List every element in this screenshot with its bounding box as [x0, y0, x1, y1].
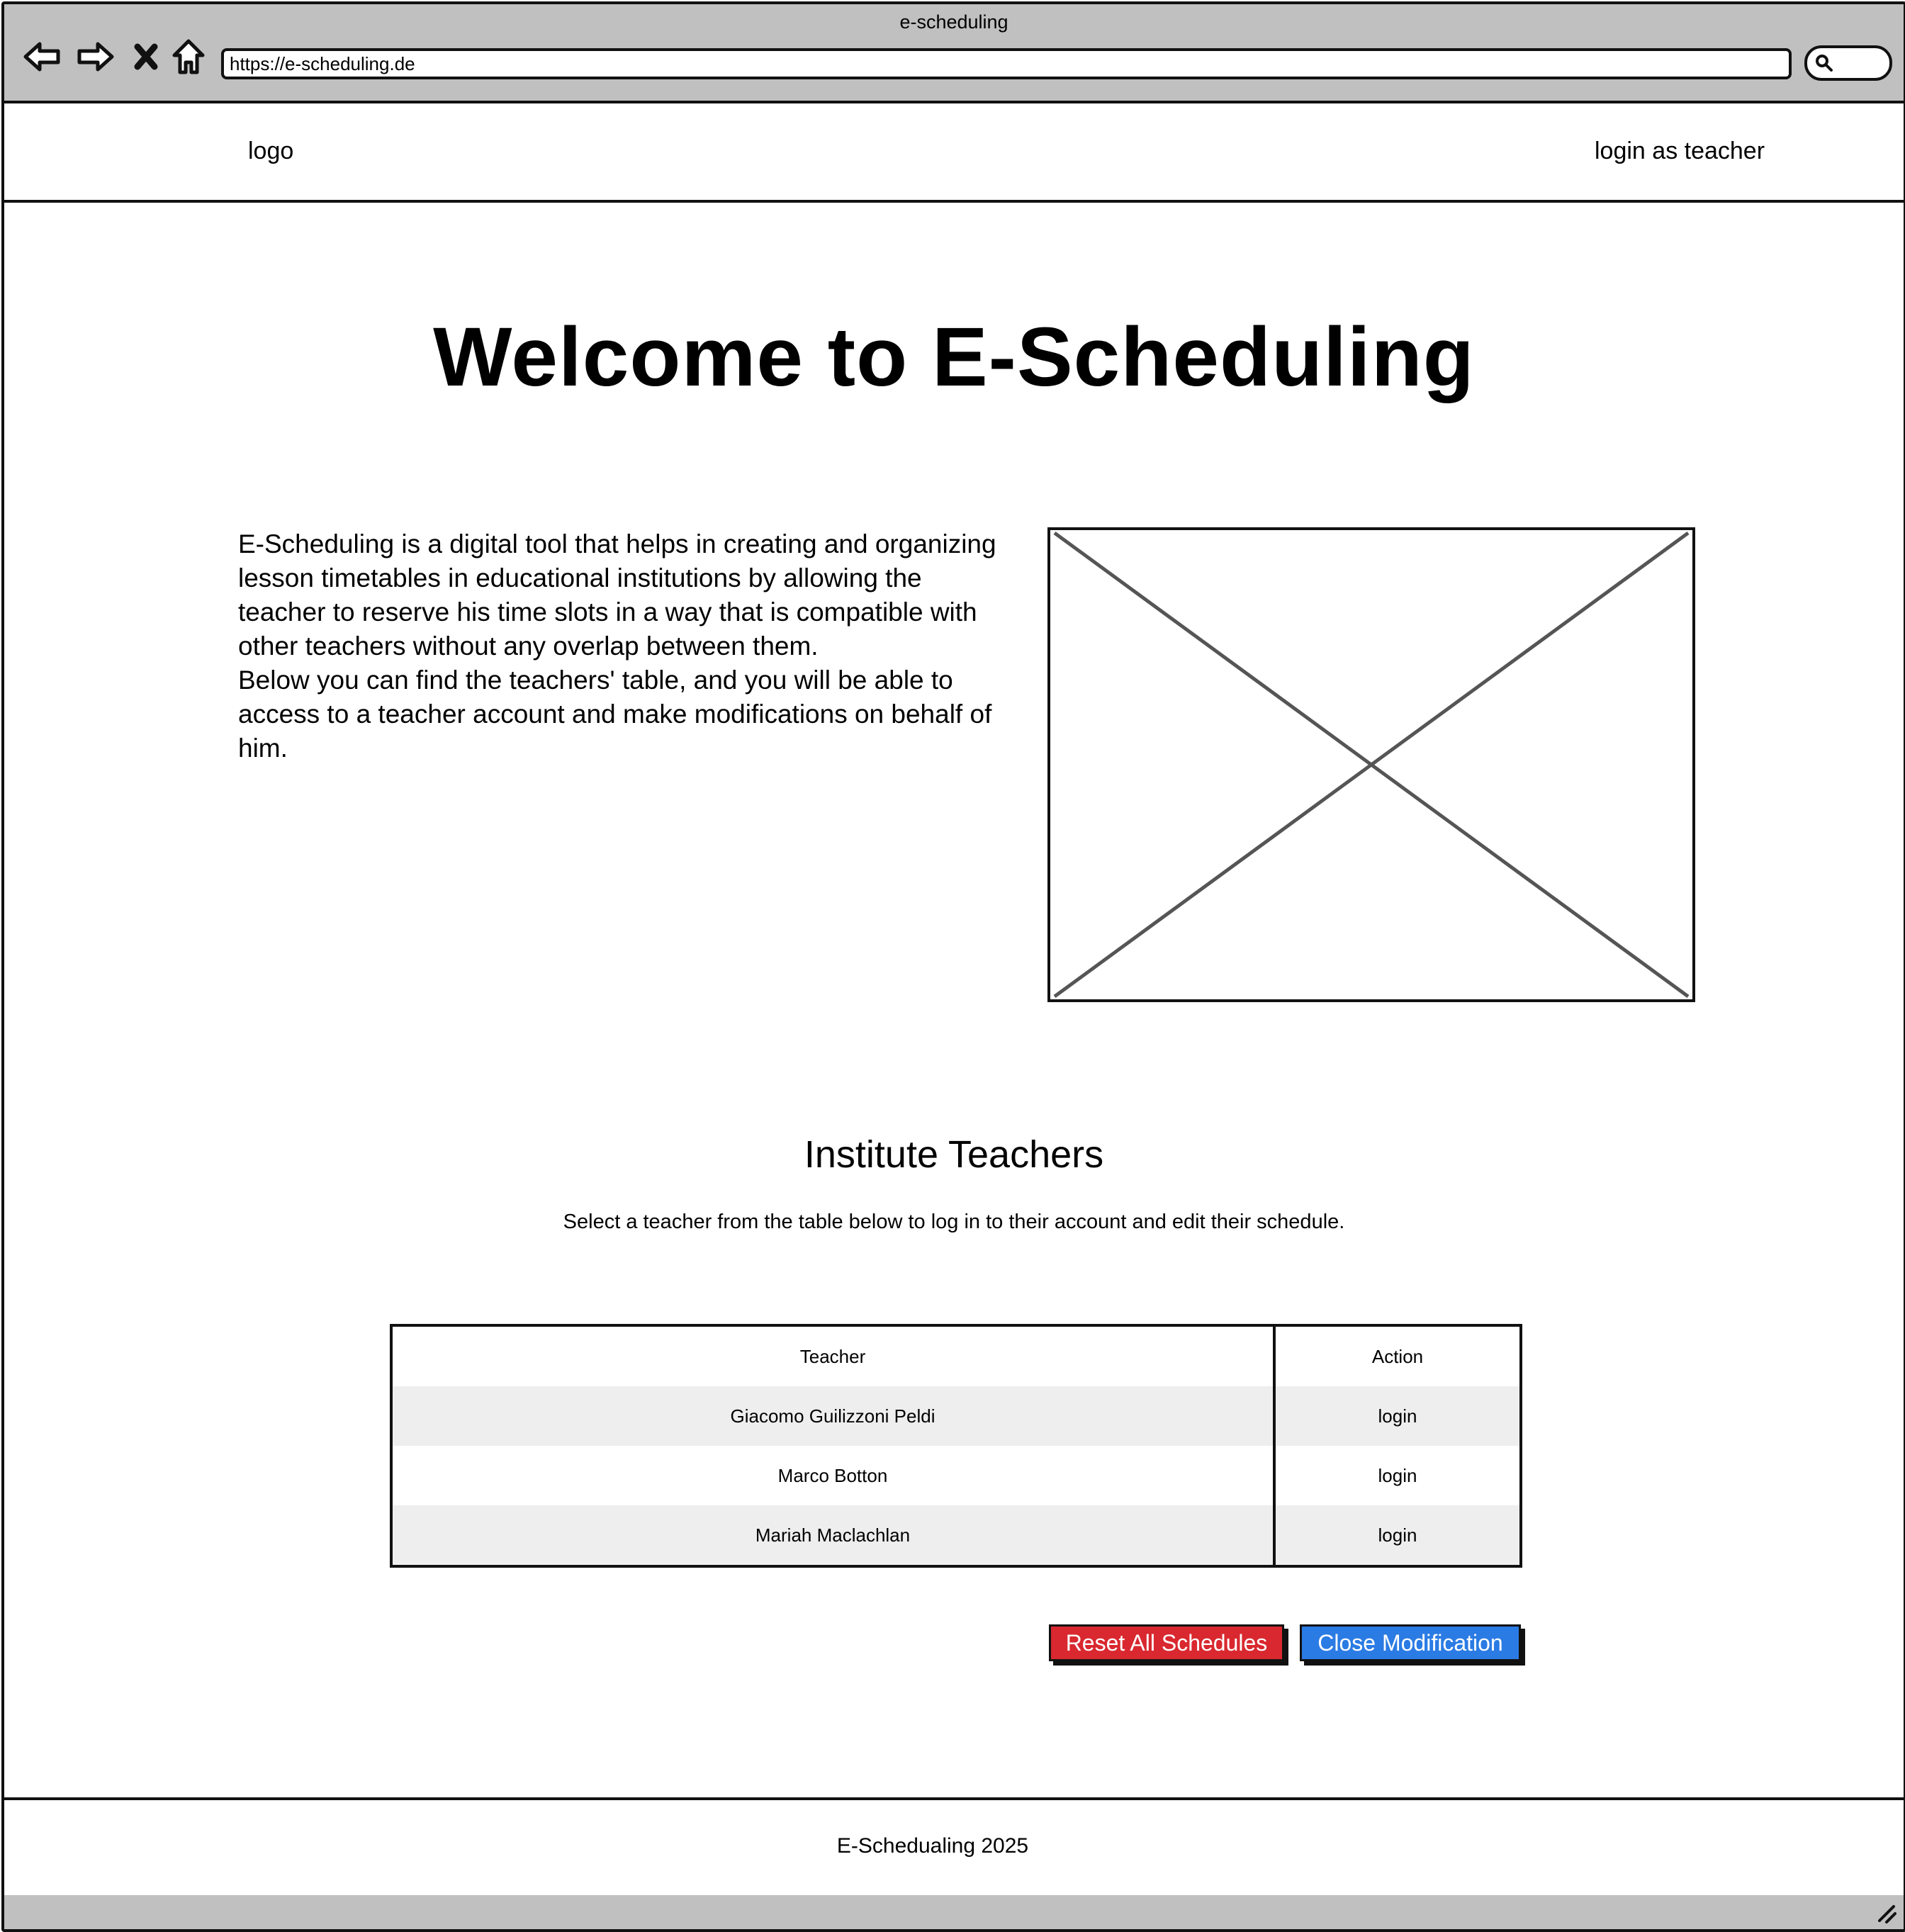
table-row: Giacomo Guilizzoni Peldi login [391, 1386, 1521, 1446]
column-header-action: Action [1371, 1345, 1424, 1367]
window-title: e-scheduling [899, 11, 1008, 33]
teachers-table: Teacher Action Giacomo Guilizzoni Peldi … [390, 1324, 1522, 1568]
login-link[interactable]: login [1274, 1505, 1521, 1566]
site-footer: E-Schedualing 2025 [4, 1797, 1904, 1898]
intro-text: E-Scheduling is a digital tool that help… [238, 527, 996, 765]
section-title: Institute Teachers [804, 1133, 1104, 1176]
browser-chrome: e-scheduling https://e-scheduling.de [4, 4, 1904, 103]
page-title: Welcome to E-Scheduling [433, 310, 1475, 404]
stop-icon[interactable] [123, 34, 169, 79]
logo[interactable]: logo [248, 137, 293, 165]
login-as-teacher-link[interactable]: login as teacher [1595, 137, 1765, 165]
table-row: Mariah Maclachlan login [391, 1505, 1521, 1566]
forward-arrow-icon[interactable] [72, 34, 118, 79]
search-icon [1816, 55, 1833, 72]
teacher-name: Mariah Maclachlan [391, 1505, 1276, 1566]
table-header-row: Teacher Action [391, 1325, 1521, 1386]
reset-all-schedules-button[interactable]: Reset All Schedules [1049, 1624, 1284, 1661]
resize-grip-icon[interactable] [1875, 1902, 1898, 1925]
back-arrow-icon[interactable] [20, 34, 65, 79]
table-row: Marco Botton login [391, 1446, 1521, 1505]
site-header: logo login as teacher [4, 101, 1904, 203]
status-bar [4, 1895, 1904, 1929]
footer-text: E-Schedualing 2025 [836, 1834, 1029, 1858]
login-link[interactable]: login [1274, 1446, 1521, 1505]
browser-window: e-scheduling https://e-scheduling.de log… [1, 1, 1905, 1932]
section-subtitle: Select a teacher from the table below to… [563, 1211, 1345, 1233]
teacher-name: Marco Botton [391, 1446, 1276, 1505]
browser-search-field[interactable] [1804, 45, 1892, 81]
teacher-name: Giacomo Guilizzoni Peldi [391, 1386, 1276, 1446]
address-bar[interactable]: https://e-scheduling.de [221, 48, 1792, 79]
login-link[interactable]: login [1274, 1386, 1521, 1446]
image-placeholder-icon [1047, 527, 1695, 1002]
intro-paragraph: Below you can find the teachers' table, … [238, 665, 992, 763]
home-icon[interactable] [166, 34, 211, 79]
column-header-teacher: Teacher [391, 1325, 1276, 1386]
intro-paragraph: E-Scheduling is a digital tool that help… [238, 529, 996, 661]
close-modification-button[interactable]: Close Modification [1300, 1624, 1521, 1661]
